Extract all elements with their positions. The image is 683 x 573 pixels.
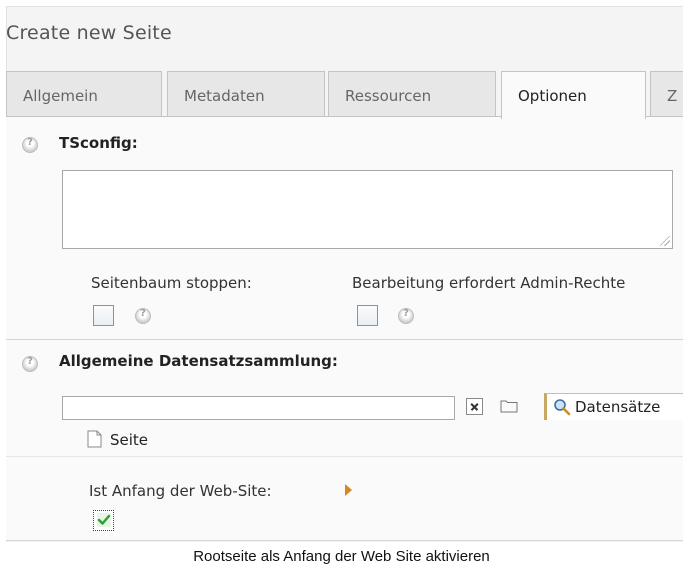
stop-tree-checkbox[interactable]: [93, 305, 114, 326]
section-divider: [6, 456, 683, 457]
resize-grip-icon[interactable]: [660, 236, 670, 246]
clear-icon[interactable]: [466, 398, 483, 415]
page-icon: [87, 430, 102, 448]
tsconfig-label: TSconfig:: [59, 134, 138, 152]
checkmark-icon: [97, 513, 111, 527]
tab-ressourcen[interactable]: Ressourcen: [328, 71, 496, 117]
record-browser-label: Datensätze: [575, 398, 661, 416]
help-icon[interactable]: [22, 137, 38, 153]
stop-tree-label: Seitenbaum stoppen:: [91, 274, 252, 292]
folder-icon[interactable]: [500, 399, 518, 413]
root-checkbox[interactable]: [93, 510, 114, 531]
help-icon[interactable]: [22, 356, 38, 372]
admin-rights-label: Bearbeitung erfordert Admin-Rechte: [352, 274, 626, 292]
root-label: Ist Anfang der Web-Site:: [89, 482, 272, 500]
tab-metadaten[interactable]: Metadaten: [167, 71, 325, 117]
tab-allgemein[interactable]: Allgemein: [6, 71, 162, 117]
tsconfig-textarea[interactable]: [62, 170, 673, 249]
record-browser-button[interactable]: Datensätze: [544, 393, 683, 420]
section-divider: [6, 339, 683, 340]
help-icon[interactable]: [398, 308, 414, 324]
tab-optionen[interactable]: Optionen: [501, 71, 646, 119]
storage-input[interactable]: [62, 396, 455, 420]
tab-z[interactable]: Z: [650, 71, 683, 117]
frame-bottom-border: [6, 540, 683, 541]
arrow-right-icon: [345, 484, 352, 496]
caption: Rootseite als Anfang der Web Site aktivi…: [193, 548, 490, 565]
page-title: Create new Seite: [6, 22, 172, 44]
record-type-label: Seite: [110, 431, 149, 449]
search-icon: [554, 399, 571, 416]
storage-label: Allgemeine Datensatzsammlung:: [59, 352, 338, 370]
help-icon[interactable]: [135, 308, 151, 324]
admin-rights-checkbox[interactable]: [357, 305, 378, 326]
tab-bar: Allgemein Metadaten Ressourcen Optionen …: [6, 71, 683, 119]
